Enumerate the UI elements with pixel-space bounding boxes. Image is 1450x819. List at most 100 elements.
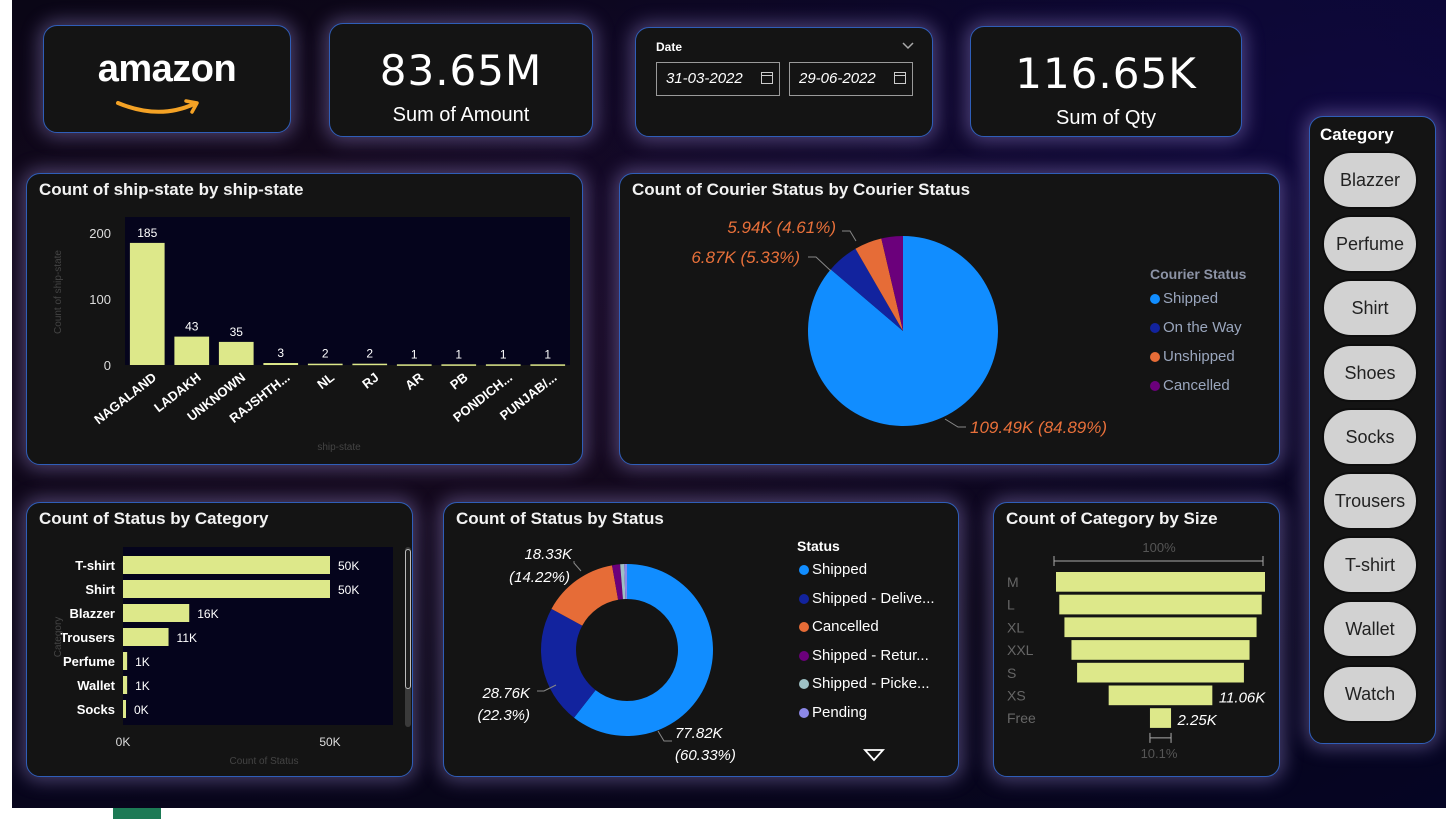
x-tick-label: RJ (359, 370, 381, 392)
y-tick-label: Wallet (77, 678, 115, 693)
leader-line (573, 561, 582, 572)
y-tick-label: Perfume (63, 654, 115, 669)
legend-item[interactable]: Unshipped (1150, 348, 1235, 365)
funnel-bar (1059, 594, 1262, 615)
scrollbar-thumb[interactable] (405, 549, 411, 689)
x-axis-title: ship-state (317, 442, 361, 453)
legend-scroll-down-icon[interactable] (863, 748, 885, 762)
category-option-shirt[interactable]: Shirt (1322, 279, 1418, 338)
kpi-qty-value: 116.65K (1015, 49, 1197, 98)
y-tick-label: 200 (89, 226, 111, 241)
bottom-tab-indicator[interactable] (113, 808, 161, 819)
y-tick-label: Free (1007, 710, 1036, 726)
dashboard-canvas: amazon 83.65M Sum of Amount Date 31-03-2… (12, 0, 1446, 808)
legend-marker (1150, 294, 1160, 304)
data-label: 2 (322, 347, 329, 361)
y-tick-label: Trousers (60, 630, 115, 645)
data-label: 28.76K (481, 685, 531, 702)
y-tick-label: M (1007, 574, 1019, 590)
y-axis-title: Category (53, 617, 64, 658)
y-tick-label: L (1007, 597, 1015, 613)
bar (123, 700, 126, 718)
data-label: 1K (135, 679, 150, 693)
bar (123, 580, 330, 598)
category-option-socks[interactable]: Socks (1322, 407, 1418, 466)
data-label: 11K (177, 631, 197, 645)
category-size-chart-card: Count of Category by Size 100% M L XL XXL S XS… (993, 502, 1280, 777)
bar (530, 364, 566, 366)
date-slicer-title: Date (656, 40, 683, 54)
calendar-icon[interactable] (894, 72, 906, 84)
category-option-watch[interactable]: Watch (1322, 664, 1418, 723)
bar (307, 363, 343, 366)
leader-line (842, 230, 857, 242)
data-label: 1K (135, 655, 150, 669)
legend-item[interactable]: Shipped - Retur... (799, 647, 929, 664)
legend-item[interactable]: Shipped - Delive... (799, 590, 935, 607)
data-label: 11.06K (1219, 690, 1266, 707)
legend-marker (1150, 352, 1160, 362)
bar (485, 364, 521, 366)
legend-label: Shipped (812, 561, 868, 578)
legend-item[interactable]: On the Way (1150, 319, 1242, 336)
legend-marker (799, 565, 809, 575)
category-option-trousers[interactable]: Trousers (1322, 472, 1418, 530)
courier-status-chart-card: Count of Courier Status by Courier Statu… (619, 173, 1280, 465)
bar (123, 652, 128, 670)
legend-marker (1150, 381, 1160, 391)
x-tick-label: NAGALAND (91, 370, 159, 428)
end-date-input[interactable]: 29-06-2022 (789, 62, 913, 96)
legend-marker (799, 593, 809, 604)
legend-item[interactable]: Shipped - Picke... (799, 675, 930, 692)
bar (218, 341, 254, 365)
kpi-amount-value: 83.65M (379, 46, 543, 95)
data-label: 1 (500, 347, 507, 361)
calendar-icon[interactable] (761, 72, 773, 84)
kpi-amount-card: 83.65M Sum of Amount (329, 23, 593, 137)
chevron-down-icon[interactable] (902, 42, 914, 50)
category-option-t-shirt[interactable]: T-shirt (1322, 536, 1418, 595)
legend-label: Cancelled (812, 618, 879, 636)
legend-item[interactable]: Pending (799, 704, 867, 721)
bar (123, 676, 128, 694)
category-option-perfume[interactable]: Perfume (1322, 215, 1418, 274)
data-label: (22.3%) (477, 707, 530, 724)
data-label: 16K (197, 607, 218, 621)
leader-line (808, 256, 832, 272)
legend-item[interactable]: Cancelled (799, 618, 879, 635)
legend-label: Shipped - Picke... (812, 675, 930, 693)
data-label: (60.33%) (675, 747, 736, 764)
legend-item[interactable]: Cancelled (1150, 377, 1230, 394)
data-label: 35 (230, 325, 244, 339)
data-label: 1 (455, 347, 462, 361)
legend-marker (799, 679, 809, 690)
y-tick-label: XXL (1007, 642, 1034, 658)
funnel-bar (1064, 617, 1257, 638)
bar (129, 242, 165, 365)
legend-item[interactable]: Shipped (799, 561, 867, 578)
category-option-shoes[interactable]: Shoes (1322, 343, 1418, 402)
courier-legend-title: Courier Status (1150, 266, 1247, 282)
funnel-bottom-label: 10.1% (1141, 746, 1178, 761)
y-tick-label: XL (1007, 619, 1024, 635)
y-axis-title: Count of ship-state (53, 250, 64, 334)
x-axis-title: Count of Status (230, 756, 299, 767)
legend-item[interactable]: Shipped (1150, 290, 1218, 307)
start-date-input[interactable]: 31-03-2022 (656, 62, 780, 96)
data-label: 5.94K (4.61%) (727, 218, 836, 237)
data-label: 1 (544, 347, 551, 361)
legend-label: Unshipped (1163, 348, 1235, 365)
status-legend-title: Status (797, 538, 840, 554)
vertical-scrollbar[interactable] (405, 547, 411, 727)
category-slicer-title: Category (1320, 125, 1394, 144)
category-option-wallet[interactable]: Wallet (1322, 600, 1418, 659)
legend-marker (799, 708, 809, 718)
data-label: 2.25K (1177, 712, 1218, 729)
kpi-qty-card: 116.65K Sum of Qty (970, 26, 1242, 137)
x-tick-label: PB (447, 370, 470, 393)
date-slicer-card: Date 31-03-2022 29-06-2022 (635, 27, 933, 137)
y-tick-label: Blazzer (69, 606, 115, 621)
data-label: 1 (411, 347, 418, 361)
data-label: 50K (338, 583, 359, 597)
category-option-blazzer[interactable]: Blazzer (1322, 151, 1418, 209)
